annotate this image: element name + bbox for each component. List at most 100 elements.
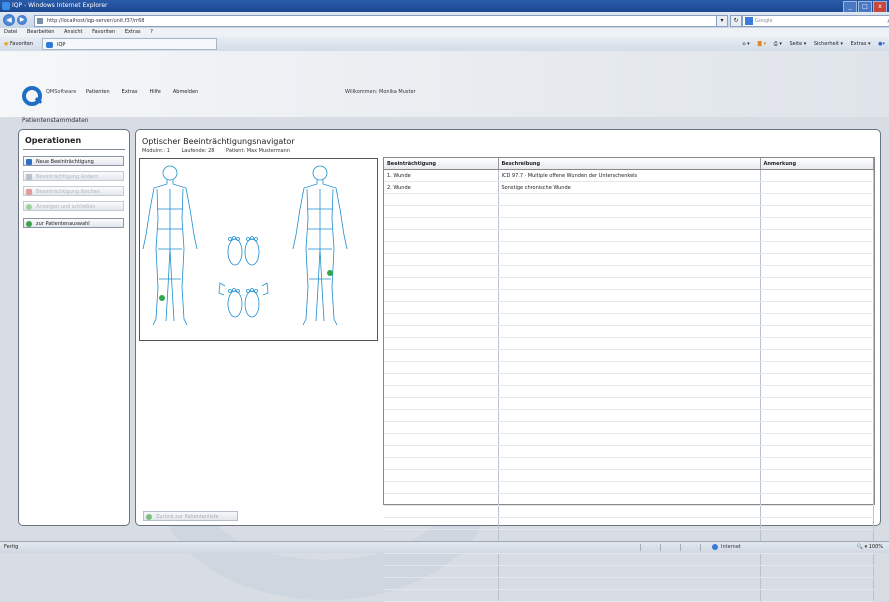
table-row-empty	[384, 265, 874, 278]
favorites-button[interactable]: ★ Favoriten	[2, 39, 36, 49]
menu-favoriten[interactable]: Favoriten	[92, 29, 115, 35]
section-title: Patientenstammdaten	[22, 117, 89, 124]
refresh-icon[interactable]: ↻	[730, 15, 742, 27]
back-to-patients-button[interactable]: Zurück zur Patientenliste	[143, 511, 238, 521]
patient-selection-button[interactable]: zur Patientenauswahl	[23, 218, 124, 228]
table-row-empty	[384, 229, 874, 242]
cell-empty	[384, 385, 499, 398]
divider	[640, 544, 641, 551]
table-row-empty	[384, 409, 874, 422]
cell-empty	[384, 217, 499, 230]
cell-empty	[760, 385, 874, 398]
command-seite[interactable]: Seite ▾	[789, 41, 806, 47]
zoom-value: 100%	[868, 544, 883, 550]
cell-empty	[384, 289, 499, 302]
menu-hilfe[interactable]: Hilfe	[149, 88, 160, 97]
tab-iqp[interactable]: IQP	[42, 38, 217, 50]
cell-empty	[498, 577, 761, 590]
cell-empty	[384, 421, 499, 434]
cell-empty	[498, 265, 761, 278]
cell-empty	[498, 301, 761, 314]
search-placeholder: Google	[755, 18, 773, 24]
cell-empty	[384, 409, 499, 422]
cell-empty	[384, 505, 499, 518]
q-logo-icon	[22, 86, 42, 106]
cell-empty	[760, 505, 874, 518]
wound-marker-1[interactable]	[159, 295, 165, 301]
column-header-impairment[interactable]: Beeinträchtigung	[384, 158, 499, 170]
add-icon	[26, 159, 32, 165]
cell-empty	[384, 565, 499, 578]
show-close-button[interactable]: Anzeigen und schließen	[23, 201, 124, 211]
menu-patienten[interactable]: Patienten	[86, 88, 110, 97]
zone-label: Internet	[721, 544, 741, 550]
new-impairment-button[interactable]: Neue Beeinträchtigung	[23, 156, 124, 166]
table-row-empty	[384, 505, 874, 518]
cell-empty	[384, 589, 499, 602]
cell-empty	[760, 565, 874, 578]
address-bar[interactable]: http://localhost/iqp-server/unit.f3?/rr6…	[34, 15, 728, 27]
body-map[interactable]	[139, 158, 378, 341]
table-row-empty	[384, 361, 874, 374]
menu-app-extras[interactable]: Extras	[122, 88, 138, 97]
home-icon[interactable]: ⌂ ▾	[742, 41, 749, 47]
cell-empty	[498, 361, 761, 374]
table-row-empty	[384, 325, 874, 338]
table-row-empty	[384, 277, 874, 290]
button-label: Anzeigen und schließen	[36, 204, 96, 210]
column-header-description[interactable]: Beschreibung	[498, 158, 761, 170]
cell-empty	[498, 229, 761, 242]
cell-empty	[760, 253, 874, 266]
command-extras[interactable]: Extras ▾	[851, 41, 871, 47]
forward-arrow-icon[interactable]: ▶	[17, 15, 27, 25]
security-zone[interactable]: Internet	[712, 542, 741, 553]
print-icon[interactable]: ⎙ ▾	[774, 41, 782, 47]
wound-marker-2[interactable]	[327, 270, 333, 276]
table-row-empty	[384, 373, 874, 386]
body-diagram[interactable]	[140, 159, 377, 340]
table-row-empty	[384, 313, 874, 326]
operations-panel: Operationen Neue Beeinträchtigung Beeint…	[18, 129, 130, 526]
zoom-level[interactable]: 🔍 ▾ 100%	[857, 542, 883, 553]
feeds-icon[interactable]: ◙ ▾	[757, 41, 766, 47]
menu-datei[interactable]: Datei	[4, 29, 17, 35]
window-title: IQP - Windows Internet Explorer	[12, 2, 108, 9]
table-row-empty	[384, 289, 874, 302]
back-arrow-icon[interactable]: ◀	[3, 14, 15, 26]
cell-empty	[498, 253, 761, 266]
help-icon[interactable]: ●▾	[878, 41, 885, 47]
back-body-outline	[292, 165, 348, 326]
cell-empty	[384, 493, 499, 506]
cell-empty	[760, 529, 874, 542]
cell-empty	[384, 325, 499, 338]
front-body-outline	[142, 165, 198, 326]
column-header-note[interactable]: Anmerkung	[760, 158, 874, 170]
menu-bearbeiten[interactable]: Bearbeiten	[27, 29, 54, 35]
check-icon	[26, 204, 32, 210]
cell-empty	[498, 493, 761, 506]
table-row[interactable]: 1. Wunde ICD 97.7 · Multiple offene Wund…	[384, 169, 874, 182]
status-bar: Fertig Internet 🔍 ▾ 100%	[0, 541, 889, 553]
delete-impairment-button[interactable]: Beeinträchtigung löschen	[23, 186, 124, 196]
menu-abmelden[interactable]: Abmelden	[173, 88, 198, 97]
cell-empty	[760, 493, 874, 506]
cell-empty	[760, 337, 874, 350]
menu-extras[interactable]: Extras	[125, 29, 141, 35]
edit-impairment-button[interactable]: Beeinträchtigung ändern	[23, 171, 124, 181]
search-input[interactable]: Google ⌕	[742, 15, 889, 27]
cell-empty	[384, 313, 499, 326]
table-row[interactable]: 2. Wunde Sonstige chronische Wunde	[384, 181, 874, 194]
button-label: zur Patientenauswahl	[36, 221, 90, 227]
brand-name: QMSoftware	[46, 89, 77, 95]
laufende-number: Laufende: 28	[181, 148, 215, 154]
cell-empty	[498, 517, 761, 530]
cell-empty	[498, 481, 761, 494]
cell-empty	[498, 205, 761, 218]
table-row-empty	[384, 469, 874, 482]
dropdown-icon[interactable]: ▾	[716, 15, 728, 27]
menu-ansicht[interactable]: Ansicht	[64, 29, 82, 35]
back-icon	[146, 514, 152, 520]
menu-help[interactable]: ?	[150, 29, 153, 35]
command-sicherheit[interactable]: Sicherheit ▾	[814, 41, 843, 47]
cell-empty	[498, 457, 761, 470]
